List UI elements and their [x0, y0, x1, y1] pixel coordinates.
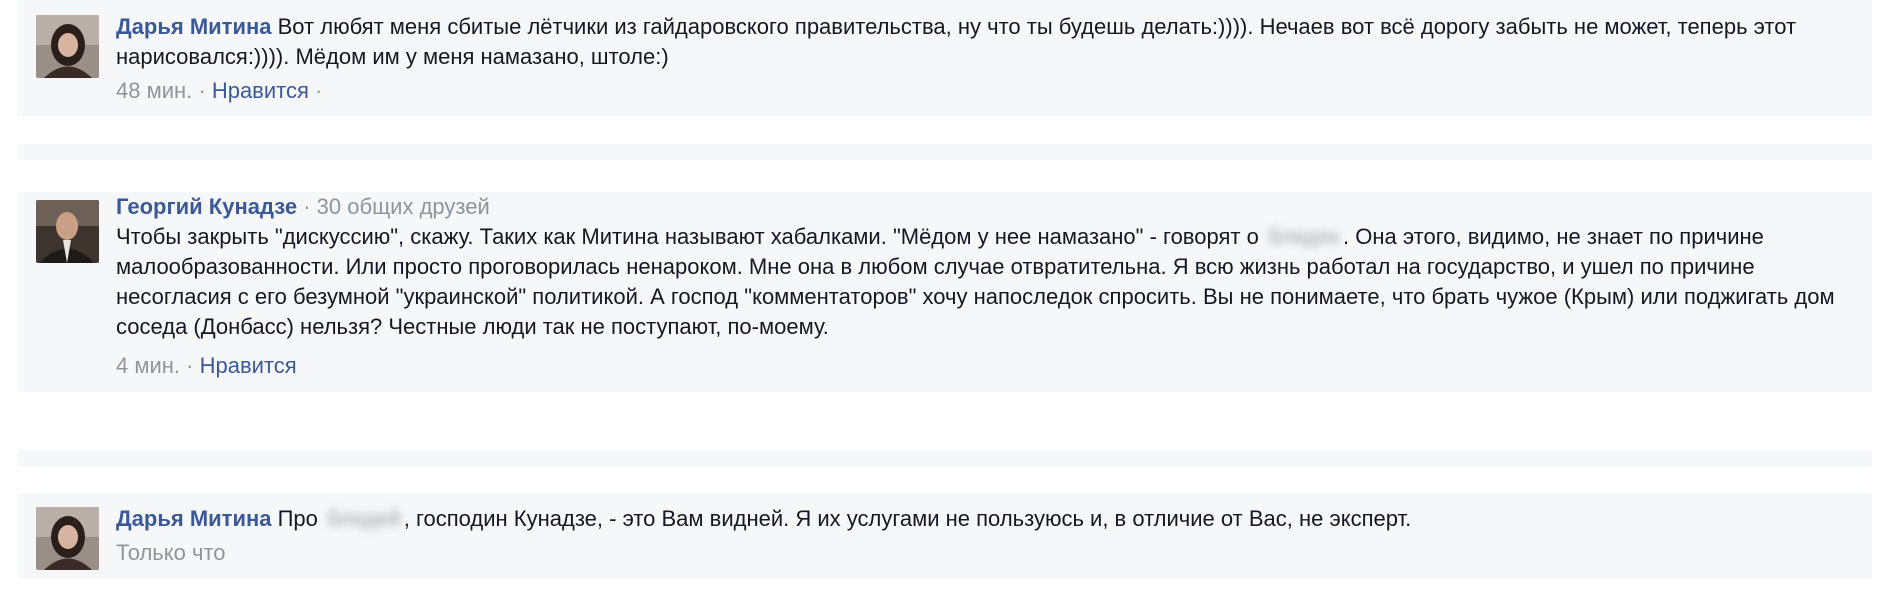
separator-dot: ·	[308, 78, 323, 103]
separator-dot: ·	[192, 78, 212, 103]
blurred-word: блядях	[1267, 224, 1341, 249]
comment-meta: Только что	[116, 538, 226, 568]
comment-time[interactable]: Только что	[116, 540, 226, 565]
comment-author[interactable]: Георгий Кунадзе	[116, 194, 297, 219]
like-link[interactable]: Нравится	[200, 353, 297, 378]
comment-body: Георгий Кунадзе · 30 общих друзей Чтобы …	[116, 192, 1840, 342]
mutual-friends[interactable]: · 30 общих друзей	[297, 194, 490, 219]
comment-text: Вот любят меня сбитые лётчики из гайдаро…	[116, 14, 1797, 69]
comment-3: Дарья Митина Про блядей, господин Кунадз…	[18, 493, 1872, 578]
comment-author[interactable]: Дарья Митина	[116, 506, 272, 531]
comment-meta: 48 мин. · Нравится ·	[116, 76, 322, 106]
comment-text-continued: , господин Кунадзе, - это Вам видней. Я …	[403, 506, 1412, 531]
comment-text: Про	[271, 506, 325, 531]
divider	[18, 144, 1872, 160]
avatar[interactable]	[36, 200, 99, 263]
comment-body: Дарья Митина Про блядей, господин Кунадз…	[116, 504, 1840, 534]
avatar[interactable]	[36, 507, 99, 570]
comment-text: Чтобы закрыть "дискуссию", скажу. Таких …	[116, 224, 1265, 249]
comment-2: Георгий Кунадзе · 30 общих друзей Чтобы …	[18, 192, 1872, 392]
comment-time[interactable]: 48 мин.	[116, 78, 192, 103]
comment-time[interactable]: 4 мин.	[116, 353, 180, 378]
comment-1: Дарья Митина Вот любят меня сбитые лётчи…	[18, 0, 1872, 116]
blurred-word: блядей	[327, 506, 401, 531]
comment-body: Дарья Митина Вот любят меня сбитые лётчи…	[116, 12, 1840, 72]
comment-meta: 4 мин. · Нравится	[116, 351, 297, 381]
separator-dot: ·	[180, 353, 200, 378]
divider	[18, 451, 1872, 467]
comment-author[interactable]: Дарья Митина	[116, 14, 272, 39]
avatar[interactable]	[36, 15, 99, 78]
like-link[interactable]: Нравится	[212, 78, 309, 103]
